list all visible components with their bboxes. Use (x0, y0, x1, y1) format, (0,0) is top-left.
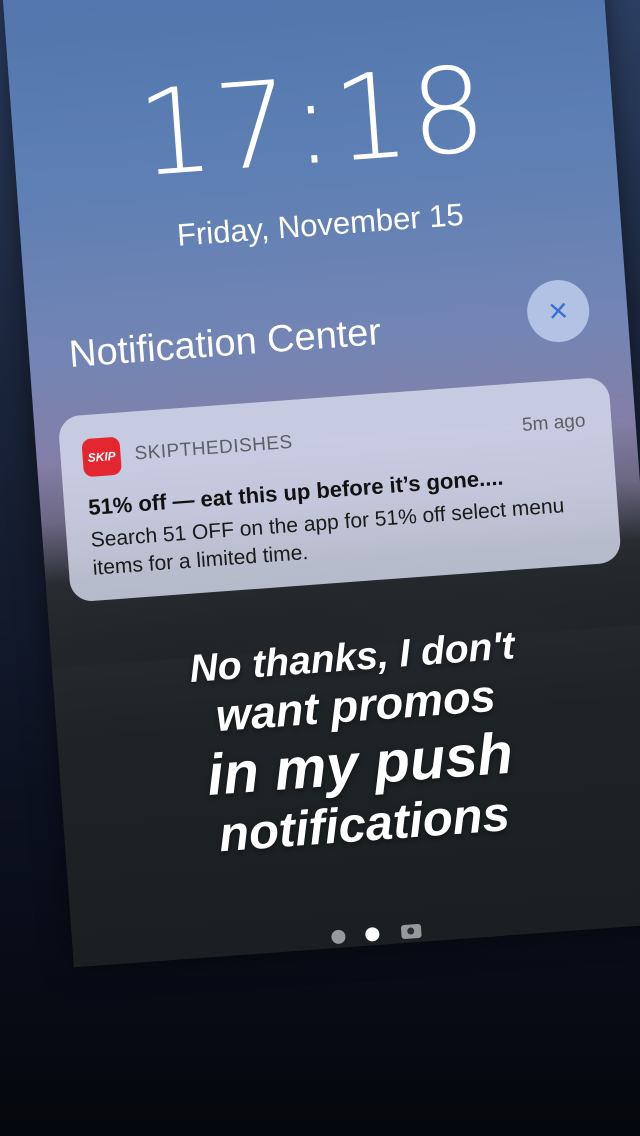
overlay-caption: No thanks, I don't want promos in my pus… (51, 614, 640, 875)
lock-date: Friday, November 15 (175, 196, 465, 253)
notification-center-title: Notification Center (67, 311, 383, 376)
camera-icon[interactable] (401, 923, 423, 939)
notification-header: SKIP SKIPTHEDISHES 5m ago (81, 402, 591, 479)
notification-time: 5m ago (521, 410, 587, 436)
close-icon[interactable]: × (525, 277, 592, 345)
page-dot[interactable] (330, 929, 346, 945)
app-name: SKIPTHEDISHES (133, 431, 294, 465)
page-dot-active[interactable] (364, 926, 380, 942)
lock-time: 17:18 (133, 39, 493, 204)
lockscreen: 17:18 Friday, November 15 Notification C… (0, 0, 640, 968)
page-indicator[interactable] (73, 903, 640, 965)
app-icon: SKIP (81, 436, 123, 478)
